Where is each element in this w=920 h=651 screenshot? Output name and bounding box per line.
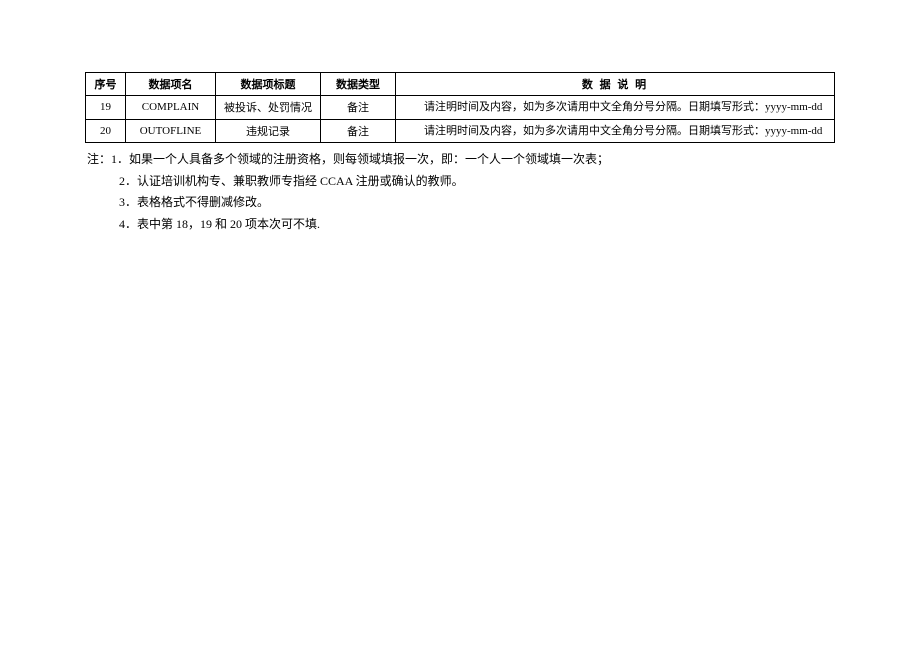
- cell-description: 请注明时间及内容，如为多次请用中文全角分号分隔。日期填写形式：yyyy-mm-d…: [396, 96, 835, 120]
- cell-item-title: 违规记录: [216, 119, 321, 143]
- cell-item-title: 被投诉、处罚情况: [216, 96, 321, 120]
- cell-seq: 19: [86, 96, 126, 120]
- note-1: 注：1．如果一个人具备多个领域的注册资格，则每领域填报一次，即：一个人一个领域填…: [87, 149, 835, 171]
- notes-section: 注：1．如果一个人具备多个领域的注册资格，则每领域填报一次，即：一个人一个领域填…: [85, 149, 835, 235]
- data-dictionary-table: 序号 数据项名 数据项标题 数据类型 数 据 说 明 19 COMPLAIN 被…: [85, 72, 835, 143]
- table-header-row: 序号 数据项名 数据项标题 数据类型 数 据 说 明: [86, 73, 835, 96]
- table-row: 20 OUTOFLINE 违规记录 备注 请注明时间及内容，如为多次请用中文全角…: [86, 119, 835, 143]
- cell-description: 请注明时间及内容，如为多次请用中文全角分号分隔。日期填写形式：yyyy-mm-d…: [396, 119, 835, 143]
- header-item-name: 数据项名: [126, 73, 216, 96]
- header-description: 数 据 说 明: [396, 73, 835, 96]
- cell-seq: 20: [86, 119, 126, 143]
- header-data-type: 数据类型: [321, 73, 396, 96]
- table-row: 19 COMPLAIN 被投诉、处罚情况 备注 请注明时间及内容，如为多次请用中…: [86, 96, 835, 120]
- cell-data-type: 备注: [321, 96, 396, 120]
- note-3: 3．表格格式不得删减修改。: [87, 192, 835, 214]
- header-item-title: 数据项标题: [216, 73, 321, 96]
- note-2: 2．认证培训机构专、兼职教师专指经 CCAA 注册或确认的教师。: [87, 171, 835, 193]
- note-4: 4．表中第 18，19 和 20 项本次可不填.: [87, 214, 835, 236]
- cell-item-name: OUTOFLINE: [126, 119, 216, 143]
- cell-data-type: 备注: [321, 119, 396, 143]
- header-seq: 序号: [86, 73, 126, 96]
- cell-item-name: COMPLAIN: [126, 96, 216, 120]
